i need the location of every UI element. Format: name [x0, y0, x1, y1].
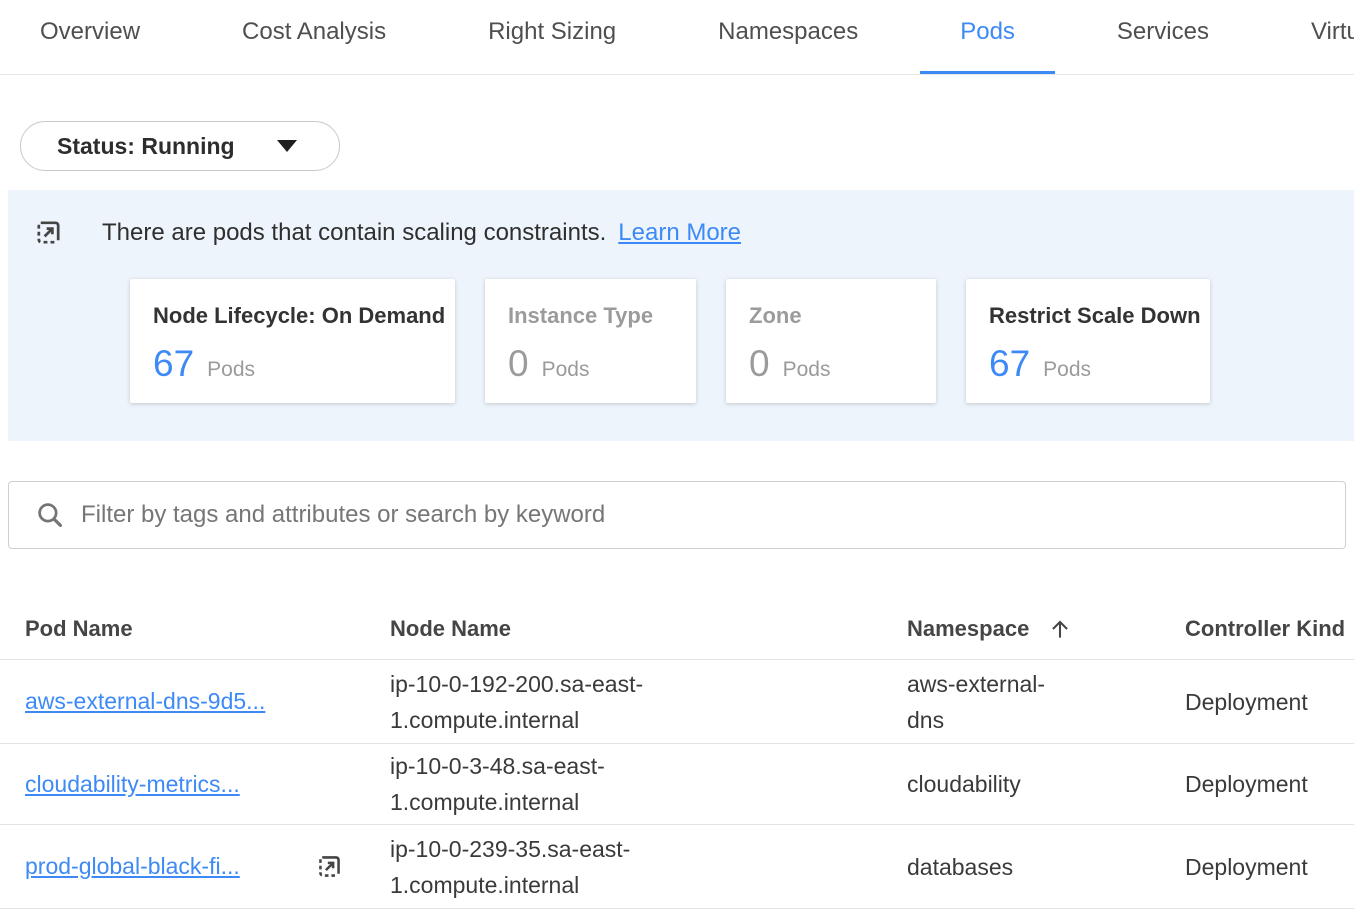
constraint-cards: Node Lifecycle: On Demand 67 Pods Instan… [130, 279, 1354, 403]
table-row: prod-global-black-fi... ip-10-0-239-35.s… [0, 825, 1354, 909]
tab-overview[interactable]: Overview [0, 0, 180, 75]
node-name-cell: ip-10-0-3-48.sa-east- 1.compute.internal [390, 748, 907, 820]
arrow-up-icon [1047, 616, 1073, 642]
node-name-cell: ip-10-0-239-35.sa-east- 1.compute.intern… [390, 831, 907, 903]
card-unit: Pods [1043, 358, 1091, 382]
card-title: Instance Type [508, 303, 696, 329]
banner-message: There are pods that contain scaling cons… [102, 219, 606, 247]
card-unit: Pods [783, 358, 831, 382]
card-unit: Pods [542, 358, 590, 382]
pod-name-link[interactable]: cloudability-metrics... [25, 771, 240, 798]
card-value: 0 [749, 343, 770, 385]
controller-kind-cell: Deployment [1185, 684, 1354, 720]
table-header-row: Pod Name Node Name Namespace Controller … [0, 598, 1354, 660]
card-value: 67 [989, 343, 1030, 385]
filter-search-box [8, 481, 1346, 549]
pod-name-link[interactable]: aws-external-dns-9d5... [25, 688, 265, 715]
namespace-cell: databases [907, 849, 1185, 885]
learn-more-link[interactable]: Learn More [618, 219, 741, 247]
card-node-lifecycle[interactable]: Node Lifecycle: On Demand 67 Pods [130, 279, 455, 403]
card-title: Node Lifecycle: On Demand [153, 303, 455, 329]
search-icon [35, 500, 65, 530]
controller-kind-cell: Deployment [1185, 766, 1354, 802]
tab-cost-analysis[interactable]: Cost Analysis [202, 0, 426, 75]
tab-pods[interactable]: Pods [920, 0, 1055, 75]
column-header-node-name[interactable]: Node Name [390, 616, 907, 642]
filter-search-input[interactable] [81, 501, 1325, 529]
column-header-controller-kind[interactable]: Controller Kind [1185, 616, 1354, 642]
tab-services[interactable]: Services [1077, 0, 1249, 75]
table-row: cloudability-metrics... ip-10-0-3-48.sa-… [0, 744, 1354, 825]
pods-table: Pod Name Node Name Namespace Controller … [0, 598, 1354, 909]
pod-name-link[interactable]: prod-global-black-fi... [25, 853, 240, 880]
column-header-namespace[interactable]: Namespace [907, 616, 1185, 642]
namespace-cell: aws-external- dns [907, 666, 1185, 738]
node-name-cell: ip-10-0-192-200.sa-east- 1.compute.inter… [390, 666, 907, 738]
card-title: Restrict Scale Down [989, 303, 1210, 329]
namespace-cell: cloudability [907, 766, 1185, 802]
tab-bar: Overview Cost Analysis Right Sizing Name… [0, 0, 1354, 75]
tab-virtual[interactable]: Virtu [1271, 0, 1354, 75]
card-instance-type[interactable]: Instance Type 0 Pods [485, 279, 696, 403]
tab-namespaces[interactable]: Namespaces [678, 0, 898, 75]
tab-right-sizing[interactable]: Right Sizing [448, 0, 656, 75]
table-row: aws-external-dns-9d5... ip-10-0-192-200.… [0, 660, 1354, 744]
card-unit: Pods [207, 358, 255, 382]
controller-kind-cell: Deployment [1185, 849, 1354, 885]
scale-out-icon [33, 217, 64, 248]
card-restrict-scale-down[interactable]: Restrict Scale Down 67 Pods [966, 279, 1210, 403]
column-header-pod-name[interactable]: Pod Name [25, 616, 390, 642]
card-zone[interactable]: Zone 0 Pods [726, 279, 936, 403]
scale-out-icon [315, 852, 344, 881]
scaling-constraints-banner: There are pods that contain scaling cons… [8, 190, 1354, 441]
caret-down-icon [277, 140, 297, 152]
card-value: 67 [153, 343, 194, 385]
card-value: 0 [508, 343, 529, 385]
status-filter-label: Status: Running [57, 133, 235, 160]
status-filter-dropdown[interactable]: Status: Running [20, 121, 340, 171]
card-title: Zone [749, 303, 936, 329]
